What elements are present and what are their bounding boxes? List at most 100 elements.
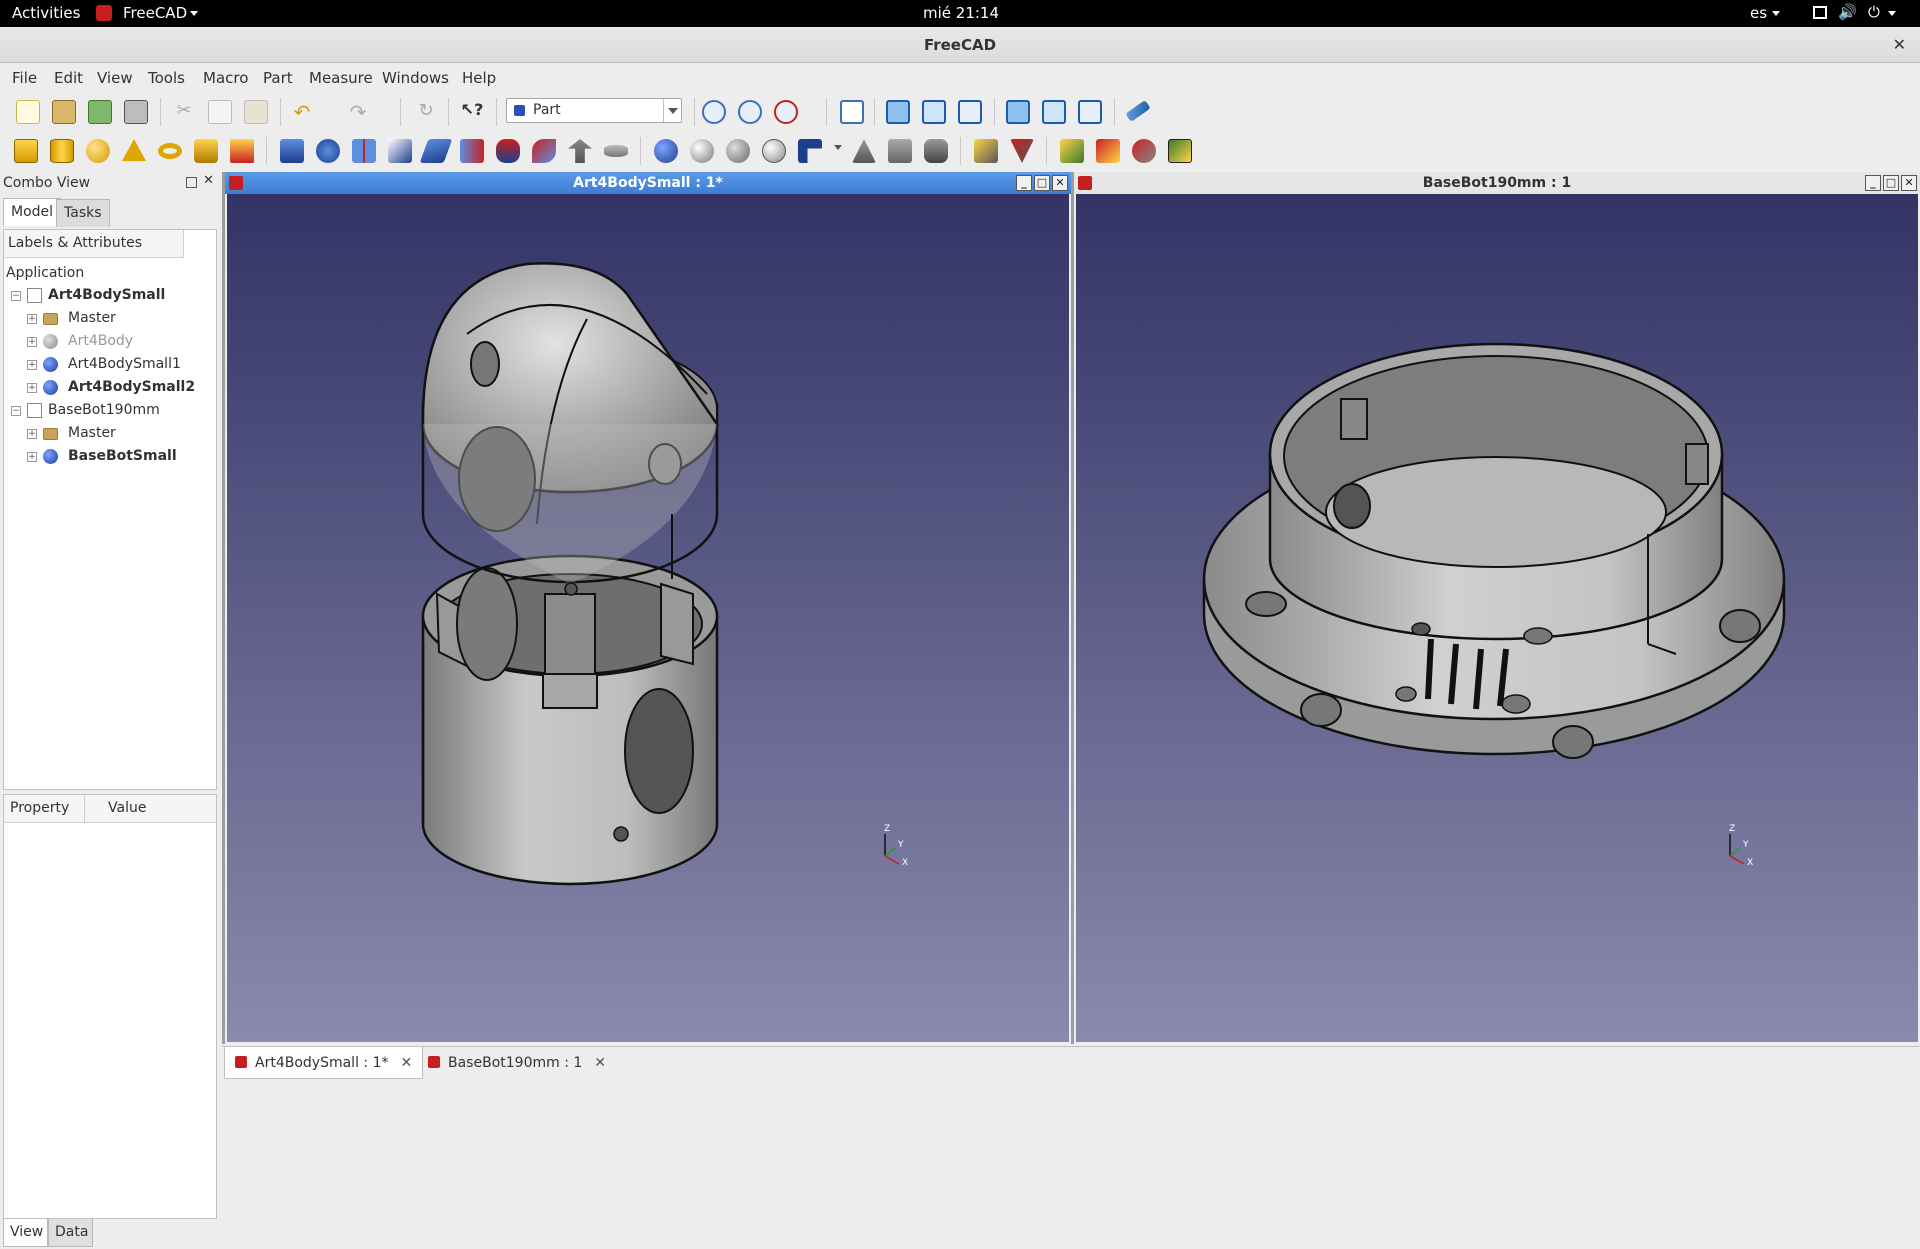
close-icon[interactable]: ✕ bbox=[1052, 175, 1068, 191]
chamfer-icon[interactable] bbox=[419, 139, 453, 163]
import-cad-icon[interactable] bbox=[1060, 139, 1084, 163]
tree-item-basebot190mm[interactable]: − BaseBot190mm bbox=[4, 400, 214, 422]
close-panel-icon[interactable]: ✕ bbox=[203, 173, 214, 188]
extrude-icon[interactable] bbox=[280, 139, 304, 163]
view-right-icon[interactable] bbox=[958, 100, 982, 124]
expand-icon[interactable]: + bbox=[27, 452, 37, 462]
cut-icon[interactable]: ✂ bbox=[172, 100, 196, 124]
split-icon[interactable] bbox=[852, 139, 876, 163]
whats-this-icon[interactable]: ↖? bbox=[460, 100, 484, 124]
menu-macro[interactable]: Macro bbox=[203, 69, 248, 87]
close-tab-icon[interactable]: ✕ bbox=[400, 1055, 412, 1071]
menu-edit[interactable]: Edit bbox=[54, 69, 83, 87]
keyboard-layout[interactable]: es bbox=[1750, 4, 1767, 22]
tree-item-art4bodysmall[interactable]: − Art4BodySmall bbox=[4, 285, 214, 307]
expand-icon[interactable]: + bbox=[27, 360, 37, 370]
menu-windows[interactable]: Windows bbox=[382, 69, 449, 87]
view-window-basebot190mm[interactable]: BaseBot190mm : 1 _ □ ✕ Z Y X bbox=[1074, 172, 1920, 1044]
property-column-header[interactable]: Property bbox=[10, 800, 69, 816]
save-document-icon[interactable] bbox=[88, 100, 112, 124]
tab-view[interactable]: View bbox=[3, 1219, 48, 1247]
compound-icon[interactable] bbox=[888, 139, 912, 163]
cut-shape-icon[interactable] bbox=[690, 139, 714, 163]
maximize-icon[interactable]: □ bbox=[1034, 175, 1050, 191]
tab-tasks[interactable]: Tasks bbox=[56, 199, 110, 227]
collapse-icon[interactable]: − bbox=[11, 406, 21, 416]
app-menu-button[interactable]: FreeCAD bbox=[123, 4, 187, 22]
tree-item-art4body[interactable]: + Art4Body bbox=[4, 331, 214, 353]
3d-viewport[interactable]: Z Y X bbox=[1076, 194, 1918, 1042]
torus-icon[interactable] bbox=[158, 143, 182, 159]
tree-item-art4bodysmall2[interactable]: + Art4BodySmall2 bbox=[4, 377, 214, 399]
refresh-icon[interactable]: ↻ bbox=[414, 100, 438, 124]
view-top-icon[interactable] bbox=[922, 100, 946, 124]
fit-selection-icon[interactable] bbox=[738, 100, 762, 124]
cone-icon[interactable] bbox=[122, 139, 146, 161]
sphere-icon[interactable] bbox=[86, 139, 110, 163]
menu-help[interactable]: Help bbox=[462, 69, 496, 87]
view-rear-icon[interactable] bbox=[1006, 100, 1030, 124]
join-dropdown-icon[interactable] bbox=[834, 145, 842, 150]
view-front-icon[interactable] bbox=[886, 100, 910, 124]
explode-compound-icon[interactable] bbox=[924, 139, 948, 163]
mirror-icon[interactable] bbox=[352, 139, 376, 163]
expand-icon[interactable]: + bbox=[27, 429, 37, 439]
doc-tab-basebot190mm[interactable]: BaseBot190mm : 1 ✕ bbox=[418, 1047, 616, 1079]
draw-style-icon[interactable] bbox=[774, 100, 798, 124]
power-icon[interactable]: ⏻ bbox=[1868, 3, 1880, 21]
export-cad-icon[interactable] bbox=[1096, 139, 1120, 163]
clock[interactable]: mié 21:14 bbox=[923, 4, 999, 22]
3d-viewport[interactable]: Z Y X bbox=[227, 194, 1069, 1042]
view-window-art4bodysmall[interactable]: Art4BodySmall : 1* _ □ ✕ Z Y X bbox=[225, 172, 1071, 1044]
revolve-icon[interactable] bbox=[316, 139, 340, 163]
view-title-bar[interactable]: BaseBot190mm : 1 _ □ ✕ bbox=[1074, 172, 1920, 194]
print-icon[interactable] bbox=[124, 100, 148, 124]
workbench-selector[interactable]: Part bbox=[506, 98, 682, 123]
undo-icon[interactable]: ↶ bbox=[290, 100, 314, 124]
fuse-icon[interactable] bbox=[726, 139, 750, 163]
collapse-icon[interactable]: − bbox=[11, 291, 21, 301]
fit-all-icon[interactable] bbox=[702, 100, 726, 124]
window-close-icon[interactable]: ✕ bbox=[1893, 35, 1906, 54]
system-menu-chevron-icon[interactable] bbox=[1888, 11, 1896, 16]
view-bottom-icon[interactable] bbox=[1042, 100, 1066, 124]
tree-item-master[interactable]: + Master bbox=[4, 308, 214, 330]
view-isometric-icon[interactable] bbox=[840, 100, 864, 124]
tree-item-basebotsmall[interactable]: + BaseBotSmall bbox=[4, 446, 214, 468]
maximize-icon[interactable]: □ bbox=[1883, 175, 1899, 191]
tab-data[interactable]: Data bbox=[48, 1219, 93, 1247]
expand-icon[interactable]: + bbox=[27, 314, 37, 324]
copy-icon[interactable] bbox=[208, 100, 232, 124]
volume-icon[interactable]: 🔊 bbox=[1838, 3, 1857, 21]
menu-file[interactable]: File bbox=[12, 69, 37, 87]
tab-model[interactable]: Model bbox=[3, 198, 62, 226]
join-features-icon[interactable] bbox=[798, 139, 822, 163]
shape-from-mesh-icon[interactable] bbox=[1132, 139, 1156, 163]
create-primitives-icon[interactable] bbox=[194, 139, 218, 163]
boolean-icon[interactable] bbox=[654, 139, 678, 163]
redo-icon[interactable]: ↷ bbox=[346, 100, 370, 124]
menu-view[interactable]: View bbox=[97, 69, 133, 87]
minimize-icon[interactable]: _ bbox=[1865, 175, 1881, 191]
close-icon[interactable]: ✕ bbox=[1901, 175, 1917, 191]
menu-measure[interactable]: Measure bbox=[309, 69, 373, 87]
measure-distance-icon[interactable] bbox=[1125, 100, 1151, 122]
refine-shape-icon[interactable] bbox=[1168, 139, 1192, 163]
value-column-header[interactable]: Value bbox=[108, 800, 146, 816]
expand-icon[interactable]: + bbox=[27, 337, 37, 347]
common-icon[interactable] bbox=[762, 139, 786, 163]
tree-item-art4bodysmall1[interactable]: + Art4BodySmall1 bbox=[4, 354, 214, 376]
view-title-bar[interactable]: Art4BodySmall : 1* _ □ ✕ bbox=[225, 172, 1071, 194]
open-document-icon[interactable] bbox=[52, 100, 76, 124]
expand-icon[interactable]: + bbox=[27, 383, 37, 393]
screen-icon[interactable] bbox=[1813, 6, 1827, 19]
ruled-surface-icon[interactable] bbox=[496, 139, 520, 163]
sweep-icon[interactable] bbox=[568, 139, 592, 163]
chevron-down-icon[interactable] bbox=[663, 99, 681, 122]
fillet-icon[interactable] bbox=[388, 139, 412, 163]
box-icon[interactable] bbox=[14, 139, 38, 163]
minimize-icon[interactable]: _ bbox=[1016, 175, 1032, 191]
activities-button[interactable]: Activities bbox=[12, 4, 80, 22]
close-tab-icon[interactable]: ✕ bbox=[594, 1055, 606, 1071]
float-panel-icon[interactable] bbox=[186, 177, 197, 188]
